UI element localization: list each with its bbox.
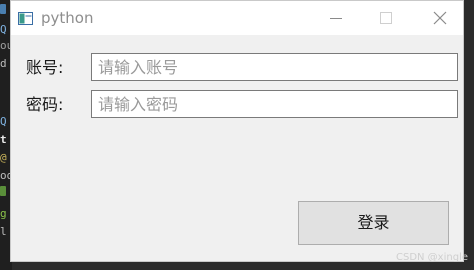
account-label: 账号: [26, 58, 64, 77]
account-input[interactable] [91, 53, 458, 81]
password-label: 密码: [26, 95, 64, 114]
maximize-button[interactable] [363, 1, 409, 35]
title-bar[interactable]: python [11, 1, 463, 35]
minimize-button[interactable] [313, 1, 359, 35]
login-window: python 账号: 密码: 登录 [10, 0, 464, 262]
window-title: python [41, 9, 94, 27]
maximize-icon [380, 12, 392, 24]
python-window-icon [18, 10, 33, 25]
csdn-watermark: CSDN @xingle [395, 252, 468, 263]
password-input[interactable] [91, 90, 458, 118]
login-button[interactable]: 登录 [298, 201, 449, 245]
editor-gutter-marker [0, 4, 6, 14]
close-button[interactable] [417, 1, 463, 35]
editor-gutter-marker [0, 186, 6, 196]
minimize-icon [330, 18, 342, 19]
close-icon [433, 11, 447, 25]
